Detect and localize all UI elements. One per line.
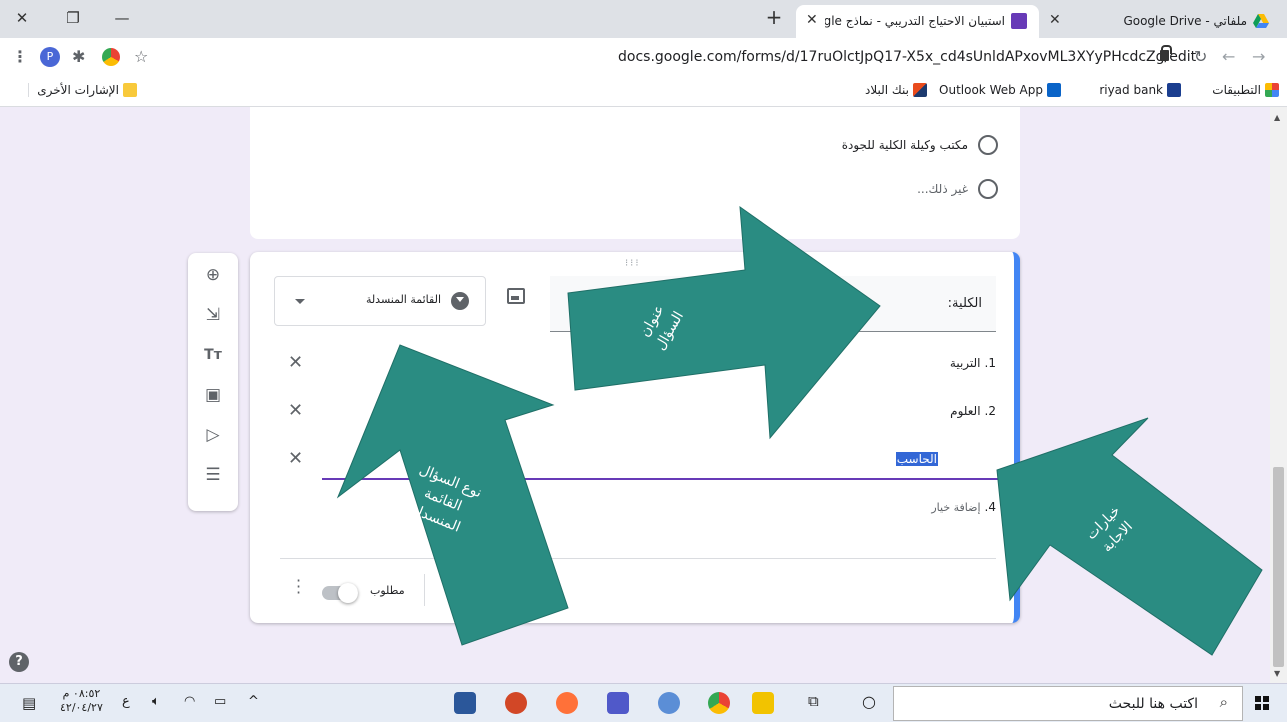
profile-avatar-icon[interactable]: P xyxy=(40,47,60,67)
remove-option-icon[interactable]: ✕ xyxy=(288,400,303,421)
add-image-icon[interactable]: ▣ xyxy=(201,383,225,407)
firefox-icon[interactable] xyxy=(556,692,578,714)
help-icon[interactable]: ? xyxy=(9,652,29,672)
extensions-puzzle-icon[interactable]: ✱ xyxy=(72,47,85,66)
forward-arrow-icon[interactable]: → xyxy=(1252,47,1265,66)
side-toolbar: ⊕ ⇲ Tт ▣ ▷ ☰ xyxy=(188,253,238,511)
bank-albilad-icon xyxy=(913,83,927,97)
radio-option[interactable]: مكتب وكيلة الكلية للجودة xyxy=(842,135,998,155)
radio-circle[interactable] xyxy=(978,135,998,155)
restore-window-icon[interactable]: ❐ xyxy=(61,6,85,30)
app-icon[interactable] xyxy=(658,692,680,714)
scroll-down-icon[interactable]: ▼ xyxy=(1274,669,1280,678)
drag-handle[interactable]: ⁝⁝⁝ xyxy=(625,258,641,269)
bookmark-other[interactable]: الإشارات الأخرى xyxy=(28,83,137,97)
radio-circle[interactable] xyxy=(978,179,998,199)
language-indicator[interactable]: ع xyxy=(122,694,130,709)
taskbar-clock[interactable]: ٠٨:٥٢ م ٤٢/٠٤/٢٧ xyxy=(60,687,103,715)
question-title: الكلية: xyxy=(947,296,982,311)
address-bar[interactable]: docs.google.com/forms/d/17ruOlctJpQ17-X5… xyxy=(618,49,1196,65)
apps-grid-icon xyxy=(1265,83,1279,97)
tab-title: ملفاتي - Google Drive xyxy=(1123,14,1247,28)
tab-drive[interactable]: ملفاتي - Google Drive ✕ xyxy=(1041,5,1281,38)
riyad-bank-icon xyxy=(1167,83,1181,97)
required-label: مطلوب xyxy=(370,584,405,597)
close-tab-icon[interactable]: ✕ xyxy=(1049,12,1061,28)
windows-taskbar: ⌕ اكتب هنا للبحث ○ ⧉ ^ ▭ ◠ 🔈︎ ع ٠٨:٥٢ م … xyxy=(0,683,1287,722)
option-item[interactable]: 1.التربية xyxy=(950,356,996,370)
radio-option-other[interactable]: غير ذلك... xyxy=(917,179,998,199)
windows-start-icon[interactable] xyxy=(1255,696,1269,710)
question-title-field[interactable]: الكلية: xyxy=(550,276,996,332)
reload-icon[interactable]: ↻ xyxy=(1194,47,1207,66)
forms-editor-page: مكتب وكيلة الكلية للجودة غير ذلك... ⁝⁝⁝ … xyxy=(0,107,1270,683)
cortana-icon[interactable]: ○ xyxy=(862,692,876,711)
battery-icon[interactable]: ▭ xyxy=(214,694,226,709)
dropdown-type-icon xyxy=(451,292,469,310)
question-card[interactable]: ⁝⁝⁝ الكلية: القائمة المنسدلة 1.التربية ✕… xyxy=(250,252,1020,623)
add-image-icon[interactable] xyxy=(507,288,525,304)
google-drive-icon xyxy=(1253,13,1269,29)
scroll-thumb[interactable] xyxy=(1273,467,1284,667)
close-window-icon[interactable]: ✕ xyxy=(10,6,34,30)
required-toggle[interactable] xyxy=(322,583,358,603)
file-explorer-icon[interactable] xyxy=(752,692,774,714)
add-question-icon[interactable]: ⊕ xyxy=(201,263,225,287)
word-icon[interactable] xyxy=(454,692,476,714)
show-hidden-icons-icon[interactable]: ^ xyxy=(248,694,259,709)
teams-icon[interactable] xyxy=(607,692,629,714)
bookmarks-bar: التطبيقات riyad bank Outlook Web App بنك… xyxy=(0,76,1287,107)
option-item-editing[interactable]: الحاسب xyxy=(895,452,938,466)
search-icon: ⌕ xyxy=(1219,693,1228,711)
bookmark-apps[interactable]: التطبيقات xyxy=(1212,83,1279,97)
new-tab-button[interactable]: + xyxy=(762,6,786,30)
minimize-window-icon[interactable]: — xyxy=(110,6,134,30)
lock-icon[interactable] xyxy=(1160,45,1172,61)
outlook-icon xyxy=(1047,83,1061,97)
notifications-icon[interactable]: ▤ xyxy=(22,694,36,712)
page-scrollbar[interactable]: ▲ ▼ xyxy=(1270,107,1287,683)
browser-tab-bar: ✕ ❐ — + استبيان الاحتياج التدريبي - نماذ… xyxy=(0,0,1287,38)
add-section-icon[interactable]: ☰ xyxy=(201,463,225,487)
extension-icon[interactable] xyxy=(102,48,120,66)
remove-option-icon[interactable]: ✕ xyxy=(288,352,303,373)
more-options-icon[interactable]: · · · xyxy=(296,573,301,601)
address-toolbar: ⋮ P ✱ ☆ docs.google.com/forms/d/17ruOlct… xyxy=(0,38,1287,76)
previous-question-card: مكتب وكيلة الكلية للجودة غير ذلك... xyxy=(250,107,1020,239)
question-type-select[interactable]: القائمة المنسدلة xyxy=(274,276,486,326)
menu-dots-icon[interactable]: ⋮ xyxy=(12,47,28,66)
volume-icon[interactable]: 🔈︎ xyxy=(152,694,160,709)
chevron-down-icon xyxy=(295,299,305,304)
bookmark-star-icon[interactable]: ☆ xyxy=(134,47,148,66)
footer-vertical-divider xyxy=(424,574,425,606)
add-option[interactable]: 4.إضافة خيار xyxy=(931,500,996,514)
task-view-icon[interactable]: ⧉ xyxy=(808,692,819,710)
chrome-icon[interactable] xyxy=(708,692,730,714)
import-questions-icon[interactable]: ⇲ xyxy=(201,303,225,327)
toggle-knob xyxy=(338,583,358,603)
bookmark-bank-albilad[interactable]: بنك البلاد xyxy=(865,83,927,97)
add-video-icon[interactable]: ▷ xyxy=(201,423,225,447)
footer-divider xyxy=(280,558,996,559)
folder-icon xyxy=(123,83,137,97)
add-title-icon[interactable]: Tт xyxy=(201,343,225,367)
bookmark-outlook[interactable]: Outlook Web App xyxy=(939,83,1061,97)
powerpoint-icon[interactable] xyxy=(505,692,527,714)
scroll-up-icon[interactable]: ▲ xyxy=(1274,113,1280,122)
close-tab-icon[interactable]: ✕ xyxy=(806,12,818,28)
taskbar-search[interactable]: ⌕ اكتب هنا للبحث xyxy=(893,686,1243,721)
tab-title: استبيان الاحتياج التدريبي - نماذج Google xyxy=(825,14,1005,28)
wifi-icon[interactable]: ◠ xyxy=(184,694,195,709)
remove-option-icon[interactable]: ✕ xyxy=(288,448,303,469)
google-forms-icon xyxy=(1011,13,1027,29)
back-arrow-icon[interactable]: ← xyxy=(1222,47,1235,66)
option-item[interactable]: 2.العلوم xyxy=(950,404,996,418)
bookmark-riyad-bank[interactable]: riyad bank xyxy=(1099,83,1181,97)
tab-forms[interactable]: استبيان الاحتياج التدريبي - نماذج Google… xyxy=(796,5,1039,38)
